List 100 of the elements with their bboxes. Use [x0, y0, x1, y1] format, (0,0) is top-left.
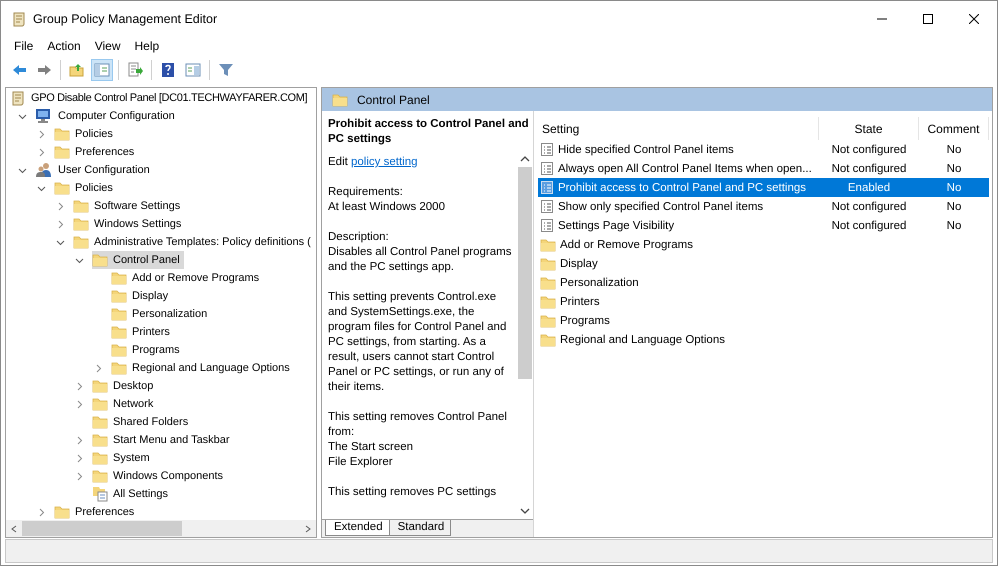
folder-item: Printers [538, 294, 819, 308]
list-row[interactable]: Hide specified Control Panel items Not configured No [538, 140, 989, 159]
list-row[interactable]: Programs [538, 311, 989, 330]
tree-item[interactable]: Network [92, 395, 158, 413]
policy-setting-link[interactable]: policy setting [351, 156, 418, 168]
tree-item[interactable]: System [92, 449, 154, 467]
menu-item[interactable]: Help [128, 39, 166, 53]
policy-title: Prohibit access to Control Panel and PC settings [327, 117, 530, 147]
list-row[interactable]: Display [538, 254, 989, 273]
policy-icon [540, 142, 554, 157]
folder-icon [92, 379, 108, 393]
view-tab[interactable]: Extended [325, 520, 390, 536]
menu-item[interactable]: View [88, 39, 128, 53]
close-icon [969, 14, 979, 24]
column-header[interactable]: State [819, 117, 919, 140]
tree-item[interactable]: Desktop [92, 377, 158, 395]
folder-icon [540, 276, 556, 290]
description-text: File Explorer [328, 455, 394, 470]
folder-icon [111, 271, 127, 285]
list-row[interactable]: Show only specified Control Panel items Not configured No [538, 197, 989, 216]
scroll-left-icon[interactable] [10, 524, 18, 532]
setting-name: Settings Page Visibility [538, 218, 819, 233]
folder-icon [540, 332, 556, 346]
scroll-up-icon[interactable] [520, 155, 530, 163]
folder-icon [111, 343, 127, 357]
folder-icon [54, 145, 70, 159]
tree-item[interactable]: Printers [111, 323, 174, 341]
tree-item[interactable]: Windows Components [92, 467, 228, 485]
tree-pane-button[interactable] [91, 59, 113, 81]
folder-up-icon [69, 62, 85, 78]
tree-item[interactable]: Add or Remove Programs [111, 269, 264, 287]
tree-item[interactable]: Preferences [54, 143, 138, 161]
folder-icon [111, 289, 127, 303]
list-row[interactable]: Settings Page Visibility Not configured No [538, 216, 989, 235]
tree-item[interactable]: Control Panel [92, 251, 184, 269]
comment-cell-text: No [946, 220, 962, 232]
tree-item[interactable]: GPO Disable Control Panel [DC01.TECHWAYFARER.COM] [10, 89, 312, 107]
tree-item[interactable]: Windows Settings [73, 215, 186, 233]
setting-name: Always open All Control Panel Items when open... [538, 161, 819, 176]
folder-icon [73, 235, 89, 249]
state-cell-text: Not configured [830, 162, 908, 174]
folder-icon [54, 181, 70, 195]
tree-item[interactable]: Regional and Language Options [111, 359, 294, 377]
menu-item[interactable]: Action [40, 39, 88, 53]
policy-icon [540, 161, 554, 176]
view-tab[interactable]: Standard [388, 520, 452, 536]
window-title: Group Policy Management Editor [33, 12, 218, 26]
state-cell-text: Not configured [830, 220, 908, 232]
tree-item[interactable]: Preferences [54, 503, 138, 520]
list-row[interactable]: Printers [538, 292, 989, 311]
folder-icon [540, 256, 556, 270]
maximize-icon [923, 14, 933, 24]
folder-icon [54, 505, 70, 519]
column-header[interactable]: Setting [538, 117, 819, 140]
tree-item[interactable]: Computer Configuration [35, 107, 179, 125]
list-row[interactable]: Personalization [538, 273, 989, 292]
folder-icon [92, 469, 108, 483]
setting-name: Prohibit access to Control Panel and PC settings [538, 180, 819, 195]
tree-item[interactable]: Policies [54, 125, 117, 143]
folder-icon [111, 361, 127, 375]
folder-icon [92, 397, 108, 411]
scroll-down-icon[interactable] [520, 507, 530, 515]
help-icon [160, 62, 176, 78]
comment-cell-text: No [946, 162, 962, 174]
edit-line: Edit policy setting [328, 155, 418, 170]
tree-item[interactable]: Personalization [111, 305, 212, 323]
description-text: Disables all Control Panel programs and the PC settings app. [328, 245, 512, 275]
policy-icon [540, 218, 554, 233]
tree-item[interactable]: Policies [54, 179, 117, 197]
list-row[interactable]: Always open All Control Panel Items when open... Not configured No [538, 159, 989, 178]
folder-icon [73, 199, 89, 213]
menu-item[interactable]: File [7, 39, 40, 53]
list-row[interactable]: Prohibit access to Control Panel and PC settings Enabled No [538, 178, 989, 197]
description-text: Description: [328, 230, 390, 245]
folder-item: Regional and Language Options [538, 332, 819, 346]
export-list-icon [127, 62, 143, 78]
tree-item[interactable]: User Configuration [35, 161, 154, 179]
scroll-right-icon[interactable] [304, 524, 312, 532]
list-row[interactable]: Add or Remove Programs [538, 235, 989, 254]
tree-item[interactable]: Start Menu and Taskbar [92, 431, 234, 449]
folder-icon [92, 253, 108, 267]
state-cell-text: Not configured [830, 144, 908, 156]
tree-item[interactable]: Display [111, 287, 172, 305]
pane-title: Control Panel [357, 92, 430, 106]
description-text: This setting prevents Control.exe and SystemSettings.exe, the program files for Control Panel and PC settings, from starting. As a result, users cannot start Control Panel or PC settings, or run any of their items. [328, 290, 508, 395]
description-text: This setting removes PC settings [328, 485, 498, 500]
tree-item[interactable]: Administrative Templates: Policy definitions ( [73, 233, 315, 251]
tree-item[interactable]: Shared Folders [92, 413, 192, 431]
comment-cell-text: No [946, 182, 962, 194]
column-header[interactable]: Comment [919, 117, 989, 140]
setting-name: Show only specified Control Panel items [538, 199, 819, 214]
forward-arrow-icon [36, 62, 52, 78]
folder-item: Personalization [538, 276, 819, 290]
list-row[interactable]: Regional and Language Options [538, 330, 989, 349]
console-view-icon [185, 62, 201, 78]
tree-item[interactable]: Programs [111, 341, 184, 359]
tree-item[interactable]: Software Settings [73, 197, 184, 215]
horizontal-scrollbar[interactable] [6, 520, 316, 537]
filter-icon [218, 62, 234, 78]
tree-item[interactable]: All Settings [92, 485, 172, 503]
